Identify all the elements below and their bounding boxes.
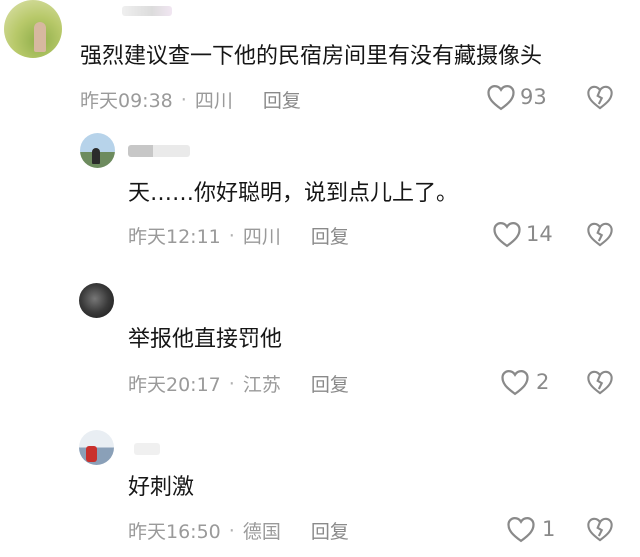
comment-meta: 昨天12:11 · 四川 回复 bbox=[128, 222, 349, 249]
comment-location: 四川 bbox=[194, 90, 233, 112]
comment-text: 天……你好聪明，说到点儿上了。 bbox=[128, 181, 459, 206]
comment-location: 德国 bbox=[242, 521, 281, 543]
comment-meta: 昨天09:38 · 四川 回复 bbox=[80, 86, 301, 113]
comment-meta: 昨天20:17 · 江苏 回复 bbox=[128, 370, 349, 397]
like-count: 2 bbox=[536, 370, 550, 394]
like-button[interactable]: 2 bbox=[500, 368, 549, 396]
comment-time: 昨天16:50 bbox=[128, 521, 221, 543]
like-button[interactable]: 93 bbox=[486, 83, 547, 111]
heart-outline-icon bbox=[487, 84, 515, 111]
comment-location: 四川 bbox=[242, 226, 281, 248]
comment-text: 举报他直接罚他 bbox=[128, 327, 283, 352]
reply-button[interactable]: 回复 bbox=[311, 370, 349, 397]
separator-dot: · bbox=[228, 519, 235, 542]
broken-heart-icon[interactable] bbox=[586, 369, 614, 395]
heart-outline-icon bbox=[501, 369, 529, 396]
reply-button[interactable]: 回复 bbox=[263, 86, 301, 113]
like-count: 14 bbox=[526, 222, 553, 246]
separator-dot: · bbox=[228, 372, 235, 395]
reply-button[interactable]: 回复 bbox=[311, 222, 349, 249]
heart-outline-icon bbox=[493, 221, 521, 248]
separator-dot: · bbox=[180, 88, 187, 111]
heart-outline-icon bbox=[507, 516, 535, 543]
like-count: 1 bbox=[542, 517, 556, 541]
broken-heart-icon[interactable] bbox=[586, 221, 614, 247]
username-redacted bbox=[134, 443, 160, 455]
comment-meta: 昨天16:50 · 德国 回复 bbox=[128, 517, 349, 544]
username-redacted bbox=[128, 145, 190, 157]
like-count: 93 bbox=[520, 85, 547, 109]
avatar[interactable] bbox=[80, 133, 115, 168]
avatar[interactable] bbox=[79, 283, 114, 318]
comment-location: 江苏 bbox=[242, 374, 281, 396]
comment-time: 昨天20:17 bbox=[128, 374, 221, 396]
comment-text: 好刺激 bbox=[128, 475, 195, 500]
separator-dot: · bbox=[228, 224, 235, 247]
comment-text: 强烈建议查一下他的民宿房间里有没有藏摄像头 bbox=[80, 44, 543, 69]
username-redacted bbox=[122, 6, 172, 16]
comment-time: 昨天09:38 bbox=[80, 90, 173, 112]
broken-heart-icon[interactable] bbox=[586, 84, 614, 110]
broken-heart-icon[interactable] bbox=[586, 516, 614, 542]
like-button[interactable]: 14 bbox=[492, 220, 553, 248]
reply-button[interactable]: 回复 bbox=[311, 517, 349, 544]
avatar[interactable] bbox=[79, 430, 114, 465]
comment-time: 昨天12:11 bbox=[128, 226, 221, 248]
avatar[interactable] bbox=[4, 0, 62, 58]
like-button[interactable]: 1 bbox=[506, 515, 555, 543]
